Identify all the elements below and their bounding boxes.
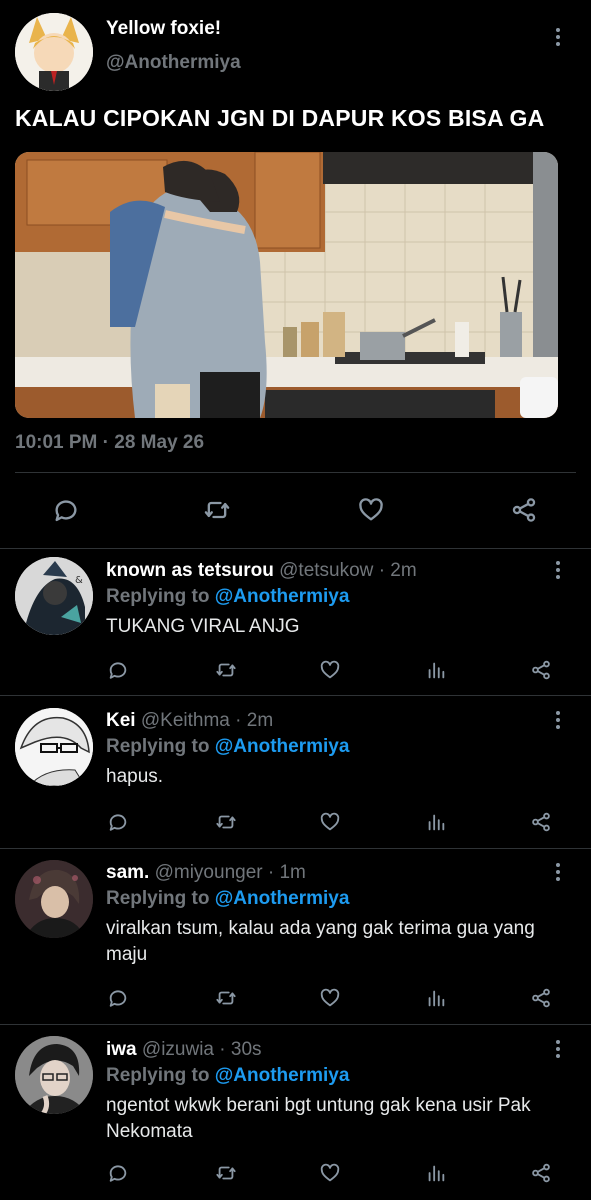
analytics-icon[interactable]	[423, 985, 449, 1011]
replying-to-link[interactable]: @Anothermiya	[215, 586, 350, 607]
reply-time: · 2m	[378, 560, 417, 581]
like-icon[interactable]	[317, 657, 343, 683]
like-icon[interactable]	[355, 494, 387, 526]
replying-to-link[interactable]: @Anothermiya	[215, 736, 350, 757]
reply-time: · 30s	[219, 1039, 262, 1060]
share-icon[interactable]	[508, 494, 540, 526]
reply-avatar[interactable]: &	[15, 557, 93, 635]
share-icon[interactable]	[528, 657, 554, 683]
like-icon[interactable]	[317, 809, 343, 835]
reply-text: viralkan tsum, kalau ada yang gak terima…	[106, 918, 535, 965]
reply-text: hapus.	[106, 766, 164, 787]
analytics-icon[interactable]	[423, 657, 449, 683]
replying-to-label: Replying to	[106, 736, 210, 757]
reply-header: iwa @izuwia · 30s	[106, 1039, 262, 1061]
reply-text: ngentot wkwk berani bgt untung gak kena …	[106, 1095, 531, 1142]
reply-header: Kei @Keithma · 2m	[106, 710, 273, 732]
replying-to-label: Replying to	[106, 586, 210, 607]
retweet-icon[interactable]	[201, 494, 233, 526]
replying-to-link[interactable]: @Anothermiya	[215, 1065, 350, 1086]
replying-to-link[interactable]: @Anothermiya	[215, 888, 350, 909]
reply-icon[interactable]	[105, 1160, 131, 1186]
more-options-icon[interactable]	[555, 711, 561, 733]
more-options-icon[interactable]	[555, 561, 561, 583]
like-icon[interactable]	[317, 1160, 343, 1186]
reply-author-handle[interactable]: @izuwia	[142, 1039, 214, 1060]
retweet-icon[interactable]	[213, 657, 239, 683]
divider	[0, 695, 591, 696]
reply-time: · 2m	[235, 710, 274, 731]
divider	[0, 848, 591, 849]
reply-tweet[interactable]: & known as tetsurou @tetsukow · 2m Reply…	[0, 549, 591, 695]
replying-to-line: Replying to @Anothermiya	[106, 1065, 349, 1087]
reply-icon[interactable]	[105, 657, 131, 683]
reply-header: known as tetsurou @tetsukow · 2m	[106, 560, 417, 582]
reply-author-handle[interactable]: @tetsukow	[279, 560, 373, 581]
reply-icon[interactable]	[50, 494, 82, 526]
like-icon[interactable]	[317, 985, 343, 1011]
main-tweet: Yellow foxie! @Anothermiya KALAU CIPOKAN…	[0, 0, 591, 548]
author-avatar[interactable]	[15, 13, 93, 91]
reply-author-handle[interactable]: @Keithma	[141, 710, 230, 731]
reply-avatar[interactable]	[15, 708, 93, 786]
divider	[15, 472, 576, 473]
reply-author-handle[interactable]: @miyounger	[155, 862, 263, 883]
reply-avatar[interactable]	[15, 860, 93, 938]
reply-author-name[interactable]: iwa	[106, 1039, 137, 1060]
share-icon[interactable]	[528, 809, 554, 835]
author-name[interactable]: Yellow foxie!	[106, 18, 221, 40]
retweet-icon[interactable]	[213, 809, 239, 835]
analytics-icon[interactable]	[423, 809, 449, 835]
replying-to-line: Replying to @Anothermiya	[106, 888, 349, 910]
svg-text:&: &	[75, 575, 83, 586]
replying-to-line: Replying to @Anothermiya	[106, 586, 349, 608]
replying-to-line: Replying to @Anothermiya	[106, 736, 349, 758]
more-options-icon[interactable]	[555, 28, 561, 50]
reply-header: sam. @miyounger · 1m	[106, 862, 306, 884]
reply-icon[interactable]	[105, 809, 131, 835]
divider	[0, 1024, 591, 1025]
author-handle[interactable]: @Anothermiya	[106, 52, 241, 74]
retweet-icon[interactable]	[213, 985, 239, 1011]
reply-tweet[interactable]: sam. @miyounger · 1m Replying to @Anothe…	[0, 851, 591, 1023]
replying-to-label: Replying to	[106, 1065, 210, 1086]
analytics-icon[interactable]	[423, 1160, 449, 1186]
replying-to-label: Replying to	[106, 888, 210, 909]
reply-text: TUKANG VIRAL ANJG	[106, 616, 300, 637]
reply-author-name[interactable]: Kei	[106, 710, 136, 731]
more-options-icon[interactable]	[555, 1040, 561, 1062]
reply-time: · 1m	[267, 862, 306, 883]
share-icon[interactable]	[528, 985, 554, 1011]
tweet-photo[interactable]	[15, 152, 558, 418]
reply-tweet[interactable]: Kei @Keithma · 2m Replying to @Anothermi…	[0, 699, 591, 847]
retweet-icon[interactable]	[213, 1160, 239, 1186]
more-options-icon[interactable]	[555, 863, 561, 885]
share-icon[interactable]	[528, 1160, 554, 1186]
reply-tweet[interactable]: iwa @izuwia · 30s Replying to @Anothermi…	[0, 1028, 591, 1200]
reply-author-name[interactable]: known as tetsurou	[106, 560, 274, 581]
tweet-text: KALAU CIPOKAN JGN DI DAPUR KOS BISA GA	[15, 105, 545, 131]
kitchen-photo	[15, 152, 558, 418]
reply-author-name[interactable]: sam.	[106, 862, 149, 883]
tweet-timestamp: 10:01 PM · 28 May 26	[15, 432, 205, 453]
reply-avatar[interactable]	[15, 1036, 93, 1114]
reply-icon[interactable]	[105, 985, 131, 1011]
